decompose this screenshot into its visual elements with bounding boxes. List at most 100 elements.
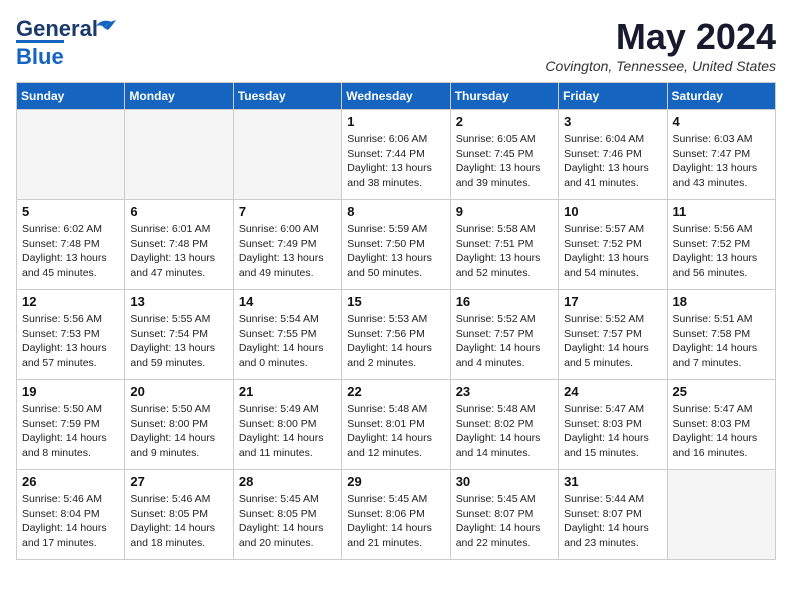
day-info: Sunrise: 5:49 AMSunset: 8:00 PMDaylight:… xyxy=(239,402,336,461)
day-number: 29 xyxy=(347,474,444,489)
day-cell xyxy=(17,110,125,200)
day-info: Sunrise: 6:03 AMSunset: 7:47 PMDaylight:… xyxy=(673,132,770,191)
day-number: 2 xyxy=(456,114,553,129)
logo: General Blue xyxy=(16,16,98,70)
day-cell: 9Sunrise: 5:58 AMSunset: 7:51 PMDaylight… xyxy=(450,200,558,290)
day-info: Sunrise: 5:50 AMSunset: 7:59 PMDaylight:… xyxy=(22,402,119,461)
logo-general: General xyxy=(16,16,98,41)
day-cell: 26 Sunrise: 5:46 AMSunset: 8:04 PMDayligh… xyxy=(17,470,125,560)
day-number: 22 xyxy=(347,384,444,399)
day-cell: 18 Sunrise: 5:51 AMSunset: 7:58 PMDayligh… xyxy=(667,290,775,380)
weekday-saturday: Saturday xyxy=(667,83,775,110)
day-cell: 31 Sunrise: 5:44 AMSunset: 8:07 PMDayligh… xyxy=(559,470,667,560)
day-number: 15 xyxy=(347,294,444,309)
weekday-tuesday: Tuesday xyxy=(233,83,341,110)
day-cell: 13Sunrise: 5:55 AMSunset: 7:54 PMDayligh… xyxy=(125,290,233,380)
day-number: 27 xyxy=(130,474,227,489)
day-info: Sunrise: 5:51 AMSunset: 7:58 PMDaylight:… xyxy=(673,312,770,371)
title-block: May 2024 Covington, Tennessee, United St… xyxy=(545,16,776,74)
weekday-sunday: Sunday xyxy=(17,83,125,110)
day-cell: 8Sunrise: 5:59 AMSunset: 7:50 PMDaylight… xyxy=(342,200,450,290)
day-cell: 5Sunrise: 6:02 AMSunset: 7:48 PMDaylight… xyxy=(17,200,125,290)
day-info: Sunrise: 5:56 AMSunset: 7:52 PMDaylight:… xyxy=(673,222,770,281)
day-info: Sunrise: 5:46 AMSunset: 8:05 PMDaylight:… xyxy=(130,492,227,551)
day-number: 7 xyxy=(239,204,336,219)
day-info: Sunrise: 5:45 AMSunset: 8:05 PMDaylight:… xyxy=(239,492,336,551)
day-info: Sunrise: 5:46 AMSunset: 8:04 PMDaylight:… xyxy=(22,492,119,551)
day-cell xyxy=(125,110,233,200)
week-row-3: 12 Sunrise: 5:56 AMSunset: 7:53 PMDayligh… xyxy=(17,290,776,380)
day-cell: 16Sunrise: 5:52 AMSunset: 7:57 PMDayligh… xyxy=(450,290,558,380)
logo-bird-icon xyxy=(94,18,116,34)
weekday-wednesday: Wednesday xyxy=(342,83,450,110)
day-number: 6 xyxy=(130,204,227,219)
day-info: Sunrise: 5:56 AMSunset: 7:53 PMDaylight:… xyxy=(22,312,119,371)
day-cell: 29Sunrise: 5:45 AMSunset: 8:06 PMDayligh… xyxy=(342,470,450,560)
day-number: 17 xyxy=(564,294,661,309)
calendar-table: SundayMondayTuesdayWednesdayThursdayFrid… xyxy=(16,82,776,560)
weekday-friday: Friday xyxy=(559,83,667,110)
weekday-thursday: Thursday xyxy=(450,83,558,110)
day-cell: 2 Sunrise: 6:05 AMSunset: 7:45 PMDaylight… xyxy=(450,110,558,200)
logo-blue: Blue xyxy=(16,40,64,69)
day-number: 25 xyxy=(673,384,770,399)
day-info: Sunrise: 5:57 AMSunset: 7:52 PMDaylight:… xyxy=(564,222,661,281)
day-info: Sunrise: 6:06 AMSunset: 7:44 PMDaylight:… xyxy=(347,132,444,191)
day-cell: 10 Sunrise: 5:57 AMSunset: 7:52 PMDayligh… xyxy=(559,200,667,290)
day-cell: 20 Sunrise: 5:50 AMSunset: 8:00 PMDayligh… xyxy=(125,380,233,470)
day-info: Sunrise: 6:05 AMSunset: 7:45 PMDaylight:… xyxy=(456,132,553,191)
day-info: Sunrise: 5:47 AMSunset: 8:03 PMDaylight:… xyxy=(564,402,661,461)
weekday-monday: Monday xyxy=(125,83,233,110)
day-info: Sunrise: 5:59 AMSunset: 7:50 PMDaylight:… xyxy=(347,222,444,281)
day-cell: 21 Sunrise: 5:49 AMSunset: 8:00 PMDayligh… xyxy=(233,380,341,470)
day-cell: 14 Sunrise: 5:54 AMSunset: 7:55 PMDayligh… xyxy=(233,290,341,380)
week-row-4: 19Sunrise: 5:50 AMSunset: 7:59 PMDayligh… xyxy=(17,380,776,470)
day-cell xyxy=(667,470,775,560)
day-number: 24 xyxy=(564,384,661,399)
week-row-5: 26 Sunrise: 5:46 AMSunset: 8:04 PMDayligh… xyxy=(17,470,776,560)
day-info: Sunrise: 6:01 AMSunset: 7:48 PMDaylight:… xyxy=(130,222,227,281)
month-title: May 2024 xyxy=(545,16,776,58)
day-cell: 15 Sunrise: 5:53 AMSunset: 7:56 PMDayligh… xyxy=(342,290,450,380)
day-cell: 23 Sunrise: 5:48 AMSunset: 8:02 PMDayligh… xyxy=(450,380,558,470)
day-number: 3 xyxy=(564,114,661,129)
day-number: 18 xyxy=(673,294,770,309)
day-number: 28 xyxy=(239,474,336,489)
day-info: Sunrise: 5:52 AMSunset: 7:57 PMDaylight:… xyxy=(456,312,553,371)
day-info: Sunrise: 5:54 AMSunset: 7:55 PMDaylight:… xyxy=(239,312,336,371)
page-header: General Blue May 2024 Covington, Tenness… xyxy=(16,16,776,74)
day-cell: 22 Sunrise: 5:48 AMSunset: 8:01 PMDayligh… xyxy=(342,380,450,470)
week-row-1: 1Sunrise: 6:06 AMSunset: 7:44 PMDaylight… xyxy=(17,110,776,200)
day-cell: 3 Sunrise: 6:04 AMSunset: 7:46 PMDaylight… xyxy=(559,110,667,200)
day-number: 20 xyxy=(130,384,227,399)
day-cell: 4Sunrise: 6:03 AMSunset: 7:47 PMDaylight… xyxy=(667,110,775,200)
day-number: 26 xyxy=(22,474,119,489)
day-number: 21 xyxy=(239,384,336,399)
day-number: 14 xyxy=(239,294,336,309)
day-number: 23 xyxy=(456,384,553,399)
day-info: Sunrise: 5:48 AMSunset: 8:01 PMDaylight:… xyxy=(347,402,444,461)
day-number: 30 xyxy=(456,474,553,489)
day-cell: 27 Sunrise: 5:46 AMSunset: 8:05 PMDayligh… xyxy=(125,470,233,560)
day-info: Sunrise: 5:53 AMSunset: 7:56 PMDaylight:… xyxy=(347,312,444,371)
day-cell: 19Sunrise: 5:50 AMSunset: 7:59 PMDayligh… xyxy=(17,380,125,470)
day-info: Sunrise: 5:48 AMSunset: 8:02 PMDaylight:… xyxy=(456,402,553,461)
day-number: 12 xyxy=(22,294,119,309)
day-info: Sunrise: 5:52 AMSunset: 7:57 PMDaylight:… xyxy=(564,312,661,371)
day-number: 9 xyxy=(456,204,553,219)
day-cell: 30Sunrise: 5:45 AMSunset: 8:07 PMDayligh… xyxy=(450,470,558,560)
day-number: 5 xyxy=(22,204,119,219)
week-row-2: 5Sunrise: 6:02 AMSunset: 7:48 PMDaylight… xyxy=(17,200,776,290)
day-info: Sunrise: 5:44 AMSunset: 8:07 PMDaylight:… xyxy=(564,492,661,551)
location: Covington, Tennessee, United States xyxy=(545,58,776,74)
day-number: 31 xyxy=(564,474,661,489)
day-number: 11 xyxy=(673,204,770,219)
day-cell: 24 Sunrise: 5:47 AMSunset: 8:03 PMDayligh… xyxy=(559,380,667,470)
day-cell: 28 Sunrise: 5:45 AMSunset: 8:05 PMDayligh… xyxy=(233,470,341,560)
day-info: Sunrise: 5:50 AMSunset: 8:00 PMDaylight:… xyxy=(130,402,227,461)
day-cell xyxy=(233,110,341,200)
day-info: Sunrise: 6:04 AMSunset: 7:46 PMDaylight:… xyxy=(564,132,661,191)
day-cell: 25Sunrise: 5:47 AMSunset: 8:03 PMDayligh… xyxy=(667,380,775,470)
day-number: 10 xyxy=(564,204,661,219)
day-cell: 17 Sunrise: 5:52 AMSunset: 7:57 PMDayligh… xyxy=(559,290,667,380)
